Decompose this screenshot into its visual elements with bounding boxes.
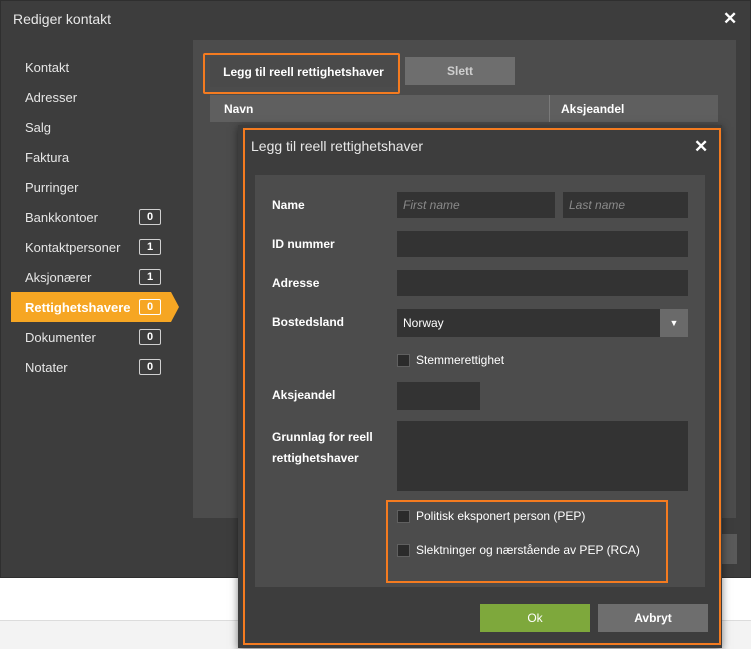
count-badge: 0	[139, 299, 161, 315]
sidebar-item-dokumenter[interactable]: Dokumenter 0	[11, 322, 171, 352]
sidebar-item-label: Purringer	[25, 179, 79, 195]
chevron-down-icon[interactable]: ▼	[660, 309, 688, 337]
voting-rights-checkbox-row[interactable]: Stemmerettighet	[397, 353, 504, 367]
column-header-aksjeandel[interactable]: Aksjeandel	[561, 95, 624, 122]
table-header: Navn Aksjeandel	[210, 95, 718, 122]
sidebar-item-aksjonaerer[interactable]: Aksjonærer 1	[11, 262, 171, 292]
sidebar-item-label: Dokumenter	[25, 329, 96, 345]
address-label: Adresse	[272, 276, 320, 290]
pep-checkbox-row[interactable]: Politisk eksponert person (PEP)	[397, 509, 585, 523]
basis-textarea[interactable]	[397, 421, 688, 491]
sidebar-item-label: Faktura	[25, 149, 70, 165]
pep-label: Politisk eksponert person (PEP)	[416, 509, 586, 523]
pep-checkbox[interactable]	[397, 509, 410, 523]
sidebar-item-label: Bankkontoer	[25, 209, 98, 225]
sidebar-item-label: Notater	[25, 359, 68, 375]
column-divider	[549, 95, 550, 122]
share-label: Aksjeandel	[272, 388, 336, 402]
cancel-button[interactable]: Avbryt	[598, 604, 708, 632]
rca-checkbox-row[interactable]: Slektninger og nærstående av PEP (RCA)	[397, 543, 640, 557]
sidebar-item-notater[interactable]: Notater 0	[11, 352, 171, 382]
sidebar-item-label: Aksjonærer	[25, 269, 92, 285]
voting-rights-checkbox[interactable]	[397, 353, 410, 367]
id-number-label: ID nummer	[272, 237, 335, 251]
country-select-value: Norway	[403, 316, 444, 330]
rca-checkbox[interactable]	[397, 543, 410, 557]
sidebar-item-label: Salg	[25, 119, 52, 135]
sidebar-item-kontaktpersoner[interactable]: Kontaktpersoner 1	[11, 232, 171, 262]
voting-rights-label: Stemmerettighet	[416, 353, 505, 367]
sidebar-item-salg[interactable]: Salg	[11, 112, 171, 142]
ok-button[interactable]: Ok	[480, 604, 590, 632]
sidebar-item-adresser[interactable]: Adresser	[11, 82, 171, 112]
rca-label: Slektninger og nærstående av PEP (RCA)	[416, 543, 640, 557]
country-label: Bostedsland	[272, 315, 345, 329]
column-header-navn[interactable]: Navn	[224, 95, 253, 122]
sidebar-item-faktura[interactable]: Faktura	[11, 142, 171, 172]
sidebar-item-kontakt[interactable]: Kontakt	[11, 52, 171, 82]
sidebar-item-label: Kontaktpersoner	[25, 239, 121, 255]
dialog-title: Rediger kontakt	[13, 11, 112, 27]
last-name-input[interactable]	[563, 192, 688, 218]
country-select[interactable]: Norway	[397, 309, 688, 337]
count-badge: 1	[139, 239, 161, 255]
name-label: Name	[272, 198, 305, 212]
basis-label-line1: Grunnlag for reell	[272, 430, 373, 444]
count-badge: 0	[139, 359, 161, 375]
count-badge: 1	[139, 269, 161, 285]
delete-button[interactable]: Slett	[405, 57, 515, 85]
sidebar-item-label: Kontakt	[25, 59, 70, 75]
basis-label-line2: rettighetshaver	[272, 451, 359, 465]
sidebar-item-label: Adresser	[25, 89, 78, 105]
sidebar-item-bankkontoer[interactable]: Bankkontoer 0	[11, 202, 171, 232]
close-icon[interactable]: ✕	[694, 138, 708, 155]
address-input[interactable]	[397, 270, 688, 296]
partial-button[interactable]	[720, 534, 737, 564]
add-beneficial-owner-button[interactable]: Legg til reell rettighetshaver	[210, 57, 397, 87]
share-input[interactable]	[397, 382, 480, 410]
sidebar-item-label: Rettighetshavere	[25, 299, 131, 315]
modal-title: Legg til reell rettighetshaver	[251, 138, 423, 154]
id-number-input[interactable]	[397, 231, 688, 257]
basis-label: Grunnlag for reell rettighetshaver	[272, 427, 373, 469]
close-icon[interactable]: ✕	[723, 10, 737, 27]
count-badge: 0	[139, 209, 161, 225]
sidebar-item-purringer[interactable]: Purringer	[11, 172, 171, 202]
first-name-input[interactable]	[397, 192, 555, 218]
sidebar-item-rettighetshavere[interactable]: Rettighetshavere 0	[11, 292, 179, 322]
count-badge: 0	[139, 329, 161, 345]
